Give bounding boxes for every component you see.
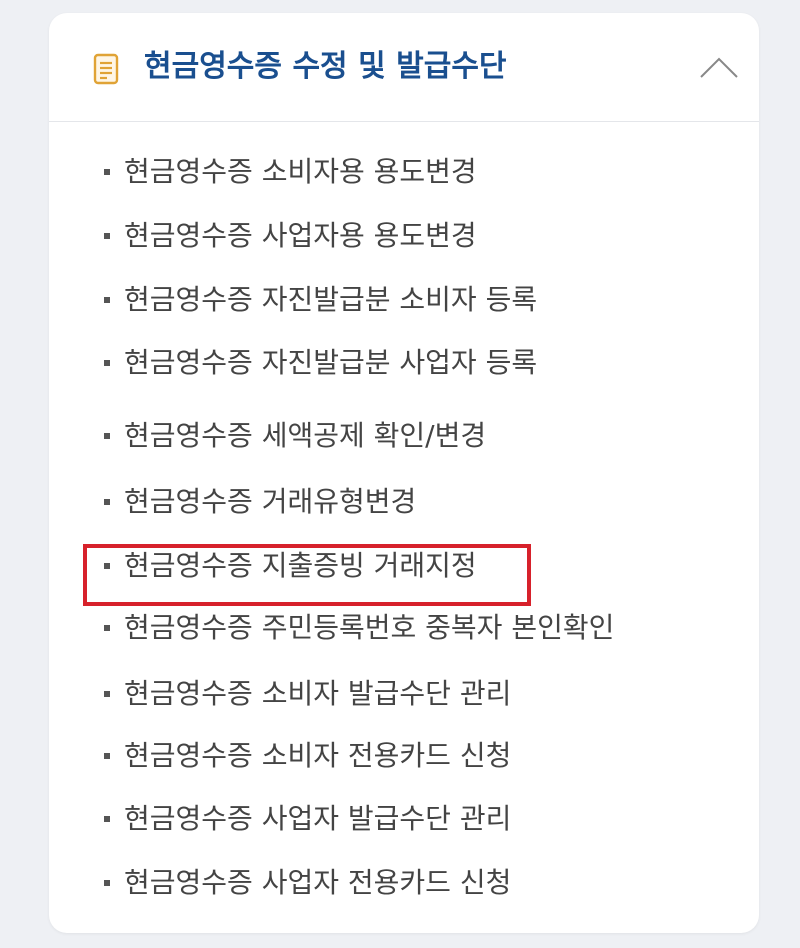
menu-item-label: 현금영수증 자진발급분 소비자 등록 [124, 283, 538, 316]
menu-item-self-issued-consumer-register[interactable]: 현금영수증 자진발급분 소비자 등록 [49, 275, 759, 325]
bullet-icon [104, 563, 110, 569]
section-header[interactable]: 현금영수증 수정 및 발급수단 [49, 13, 759, 122]
menu-item-consumer-usage-change[interactable]: 현금영수증 소비자용 용도변경 [49, 147, 759, 197]
bullet-icon [104, 816, 110, 822]
menu-item-label: 현금영수증 사업자 전용카드 신청 [124, 866, 512, 899]
menu-item-label: 현금영수증 거래유형변경 [124, 485, 417, 518]
bullet-icon [104, 753, 110, 759]
bullet-icon [104, 625, 110, 631]
menu-item-consumer-card-application[interactable]: 현금영수증 소비자 전용카드 신청 [49, 731, 759, 781]
menu-item-consumer-issuance-management[interactable]: 현금영수증 소비자 발급수단 관리 [49, 669, 759, 719]
menu-item-label: 현금영수증 지출증빙 거래지정 [124, 549, 477, 582]
bullet-icon [104, 233, 110, 239]
menu-item-expense-proof-designation[interactable]: 현금영수증 지출증빙 거래지정 [49, 541, 759, 591]
chevron-up-icon[interactable] [699, 55, 739, 79]
bullet-icon [104, 499, 110, 505]
menu-item-business-issuance-management[interactable]: 현금영수증 사업자 발급수단 관리 [49, 794, 759, 844]
menu-item-self-issued-business-register[interactable]: 현금영수증 자진발급분 사업자 등록 [49, 338, 759, 388]
menu-item-label: 현금영수증 소비자 발급수단 관리 [124, 677, 512, 710]
menu-item-label: 현금영수증 사업자용 용도변경 [124, 219, 477, 252]
menu-item-label: 현금영수증 세액공제 확인/변경 [124, 419, 487, 452]
menu-item-transaction-type-change[interactable]: 현금영수증 거래유형변경 [49, 477, 759, 527]
menu-card: 현금영수증 수정 및 발급수단 현금영수증 소비자용 용도변경 현금영수증 사업… [49, 13, 759, 933]
section-title: 현금영수증 수정 및 발급수단 [144, 49, 507, 84]
bullet-icon [104, 433, 110, 439]
menu-item-label: 현금영수증 자진발급분 사업자 등록 [124, 346, 538, 379]
bullet-icon [104, 880, 110, 886]
bullet-icon [104, 169, 110, 175]
bullet-icon [104, 297, 110, 303]
menu-item-tax-deduction-check[interactable]: 현금영수증 세액공제 확인/변경 [49, 411, 759, 461]
bullet-icon [104, 360, 110, 366]
menu-item-business-card-application[interactable]: 현금영수증 사업자 전용카드 신청 [49, 858, 759, 908]
menu-item-duplicate-id-verification[interactable]: 현금영수증 주민등록번호 중복자 본인확인 [49, 603, 759, 653]
menu-item-business-usage-change[interactable]: 현금영수증 사업자용 용도변경 [49, 211, 759, 261]
bullet-icon [104, 691, 110, 697]
menu-item-label: 현금영수증 소비자 전용카드 신청 [124, 739, 512, 772]
menu-item-label: 현금영수증 소비자용 용도변경 [124, 155, 477, 188]
document-icon [93, 53, 119, 85]
menu-item-label: 현금영수증 사업자 발급수단 관리 [124, 802, 512, 835]
menu-item-label: 현금영수증 주민등록번호 중복자 본인확인 [124, 611, 615, 644]
